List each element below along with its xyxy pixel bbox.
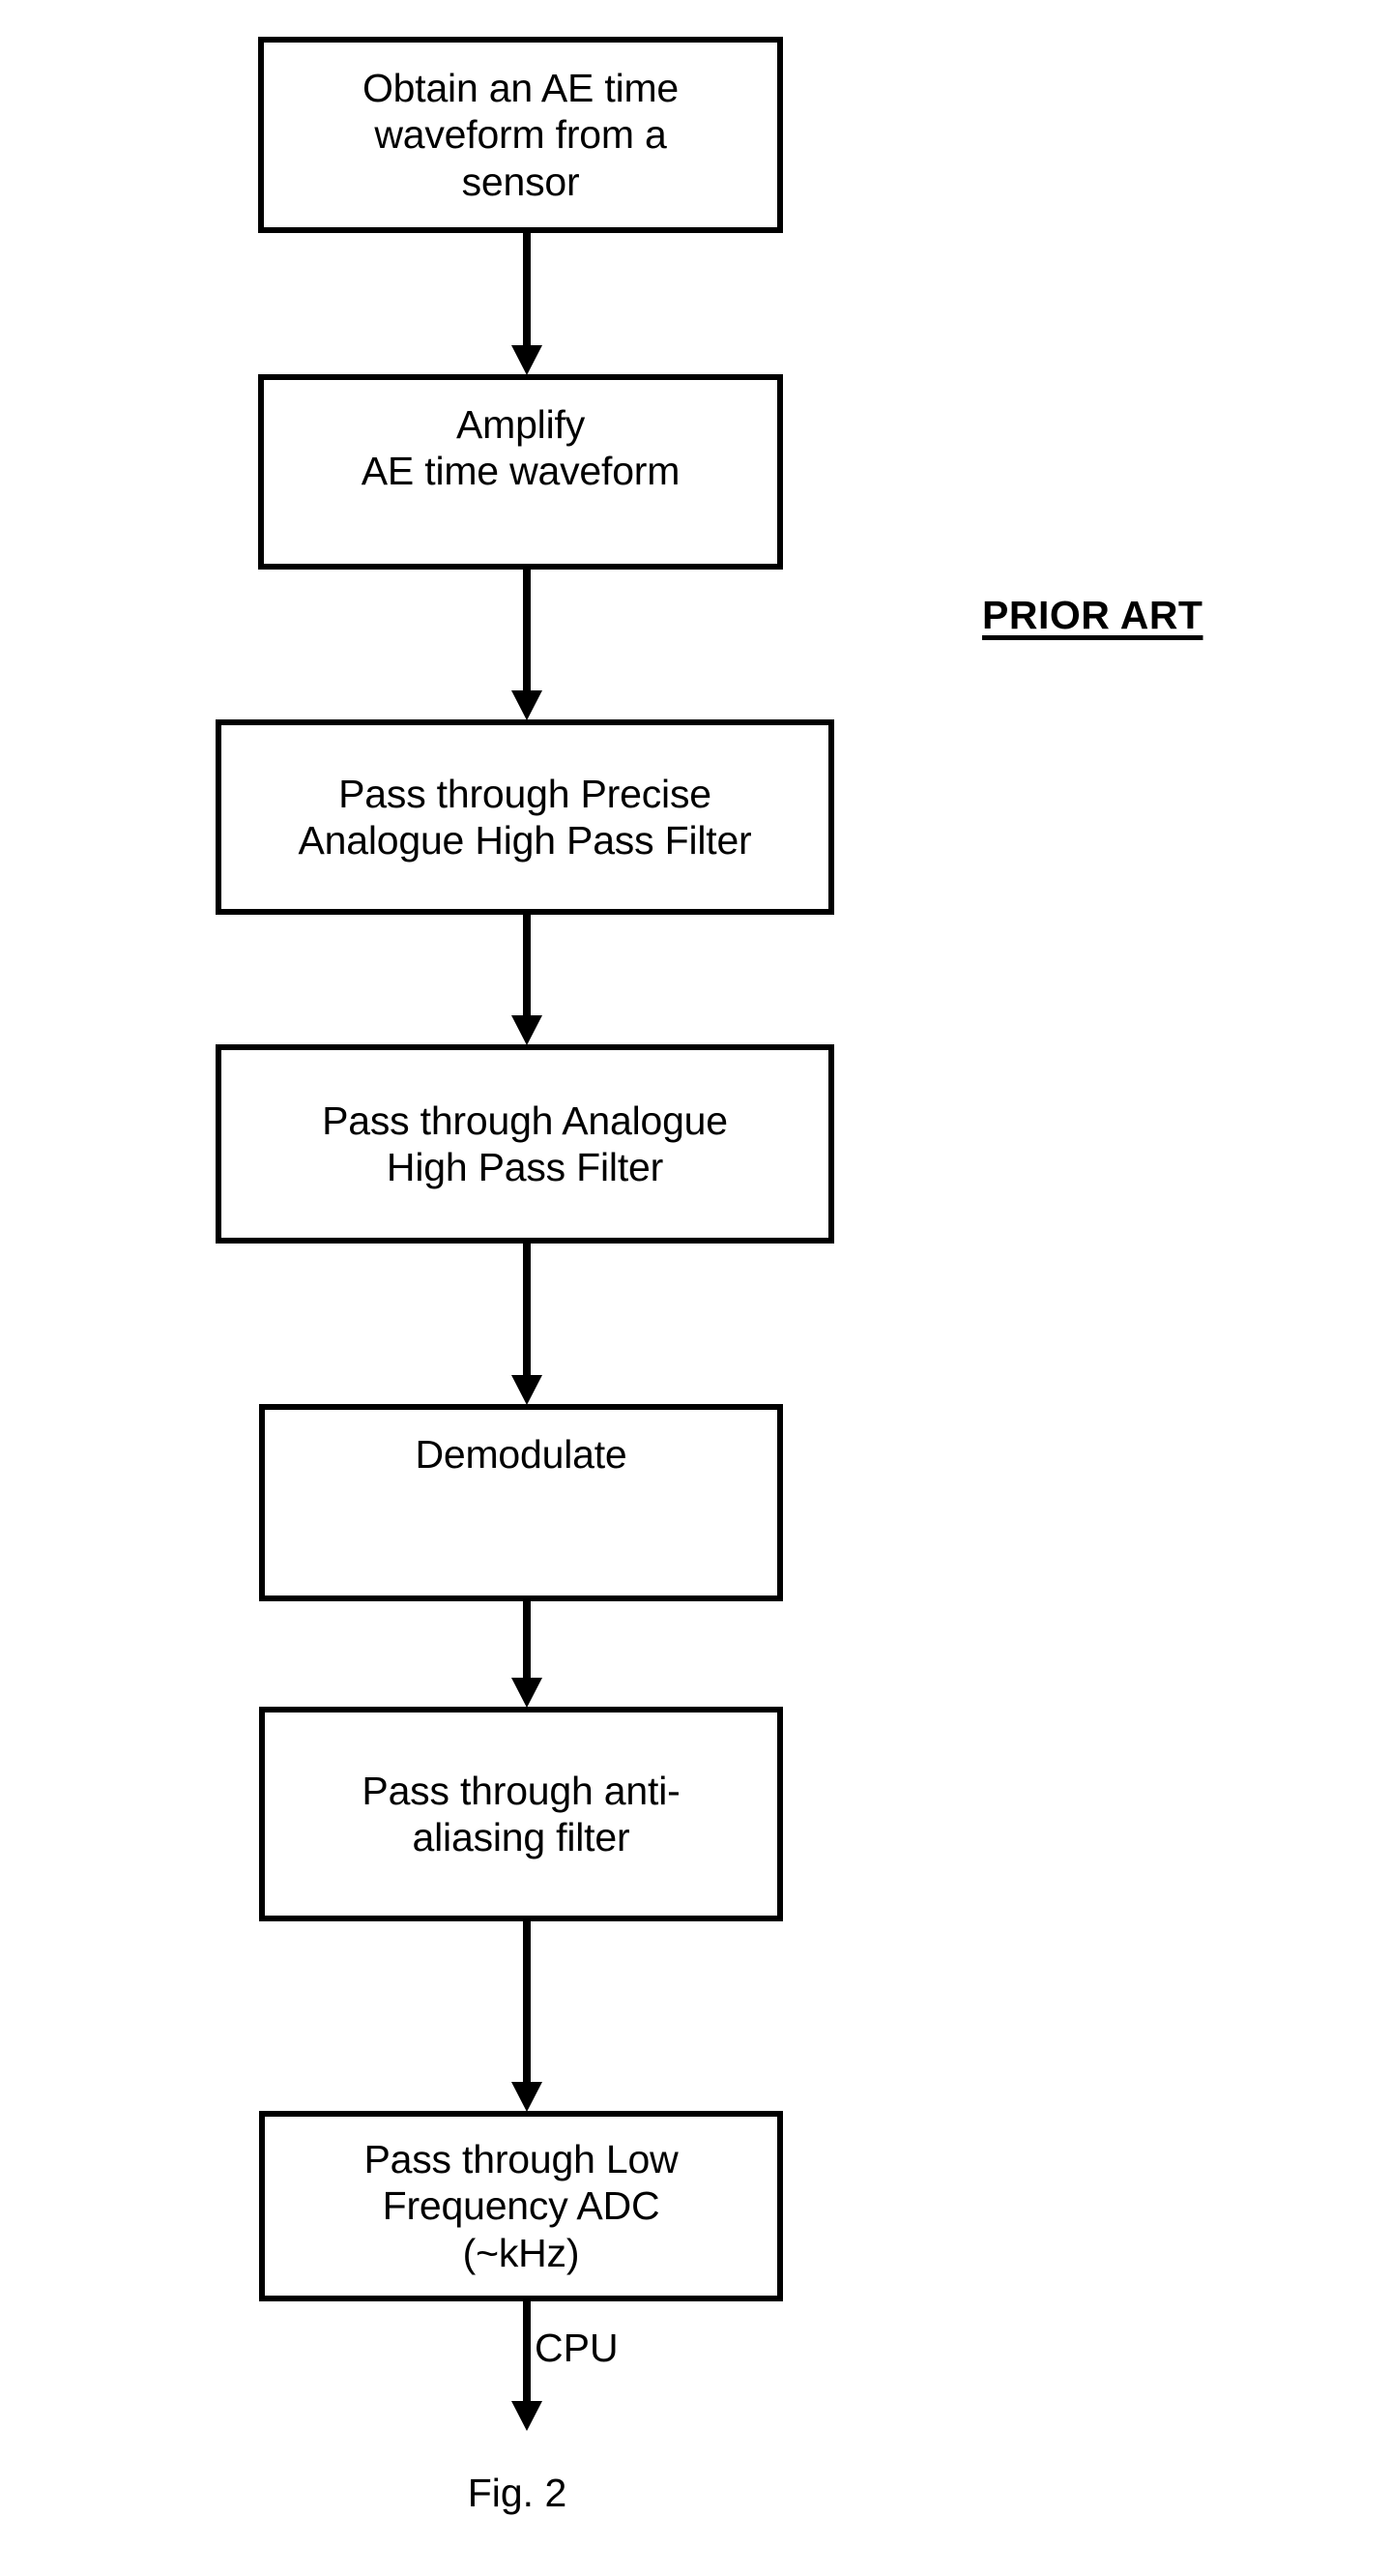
arrow-down-icon (511, 915, 542, 1045)
arrow-connector-4 (502, 1244, 552, 1406)
flow-node-label: Demodulate (415, 1432, 627, 1477)
edge-label-cpu: CPU (535, 2326, 619, 2370)
arrow-down-icon (511, 1244, 542, 1405)
arrow-connector-5 (502, 1601, 552, 1709)
flow-node-label: Pass through Low Frequency ADC (~kHz) (363, 2136, 679, 2275)
arrow-down-icon (511, 570, 542, 720)
figure-caption: Fig. 2 (467, 2471, 567, 2515)
flow-node-low-frequency-adc: Pass through Low Frequency ADC (~kHz) (259, 2111, 783, 2301)
flow-node-precise-analogue-hpf: Pass through Precise Analogue High Pass … (216, 719, 834, 915)
flow-node-anti-aliasing-filter: Pass through anti- aliasing filter (259, 1707, 783, 1921)
arrow-connector-6 (502, 1921, 552, 2113)
flow-node-label: Obtain an AE time waveform from a sensor (362, 65, 680, 204)
flow-node-label: Amplify AE time waveform (361, 402, 681, 494)
arrow-connector-1 (502, 233, 552, 376)
flow-node-amplify: Amplify AE time waveform (258, 374, 783, 570)
figure-canvas: Obtain an AE time waveform from a sensor… (0, 0, 1391, 2576)
flow-node-demodulate: Demodulate (259, 1404, 783, 1601)
flow-node-label: Pass through Analogue High Pass Filter (322, 1098, 728, 1189)
prior-art-label: PRIOR ART (982, 593, 1203, 637)
arrow-down-icon (511, 233, 542, 375)
arrow-connector-2 (502, 570, 552, 721)
flow-node-analogue-hpf: Pass through Analogue High Pass Filter (216, 1044, 834, 1244)
flow-node-label: Pass through Precise Analogue High Pass … (298, 771, 752, 863)
flow-node-obtain-waveform: Obtain an AE time waveform from a sensor (258, 37, 783, 233)
arrow-down-icon (511, 1921, 542, 2112)
flow-node-label: Pass through anti- aliasing filter (362, 1768, 681, 1859)
arrow-connector-3 (502, 915, 552, 1046)
arrow-down-icon (511, 1601, 542, 1708)
